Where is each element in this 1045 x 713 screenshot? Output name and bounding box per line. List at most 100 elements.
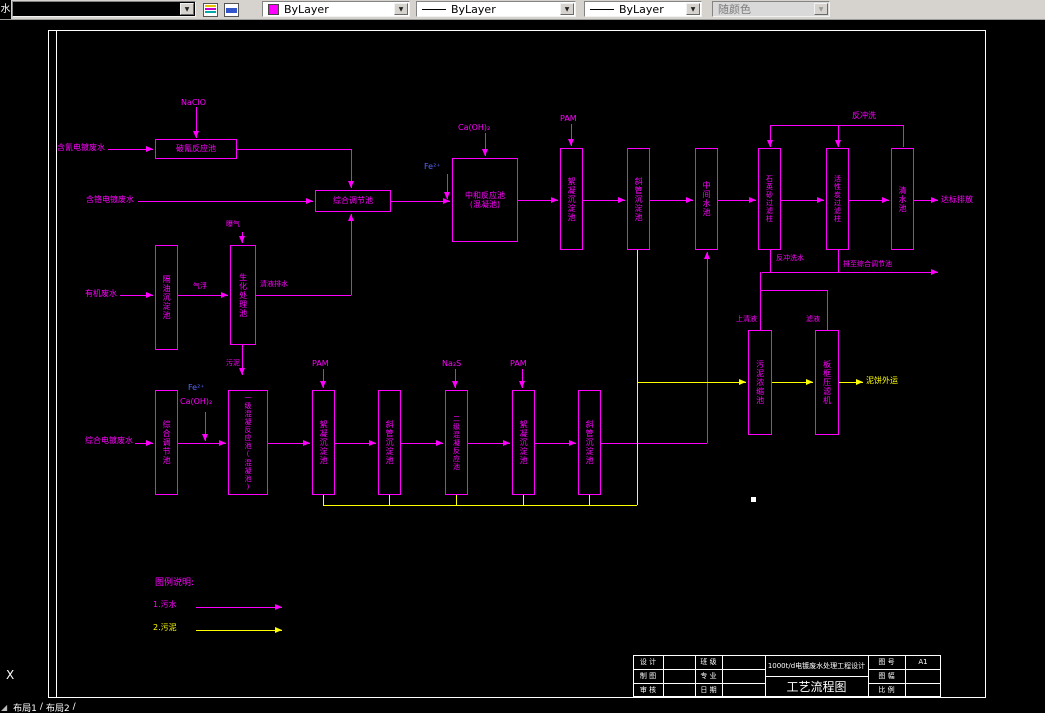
grip-point[interactable]	[751, 497, 756, 502]
flow-line	[589, 495, 590, 505]
diagram-label: 综合电镀废水	[85, 436, 133, 445]
process-unit-label: 絮凝沉淀池	[519, 420, 529, 465]
arrow-head	[618, 197, 625, 203]
process-unit-label: 污泥浓缩池	[755, 360, 765, 405]
flow-line	[762, 272, 938, 273]
process-unit-b6: 中间水池	[695, 148, 718, 250]
arrow-head	[835, 140, 841, 147]
lineweight-sample-icon	[590, 8, 614, 10]
titleblock-cell	[722, 655, 765, 669]
arrow-head	[551, 197, 558, 203]
flow-line	[601, 443, 707, 444]
layer-combo-arrow-icon[interactable]: ▼	[180, 3, 194, 15]
color-combo[interactable]: ByLayer ▼	[262, 1, 410, 17]
color-combo-arrow-icon[interactable]: ▼	[394, 3, 408, 15]
diagram-label: 曝气	[226, 220, 240, 228]
diagram-label: Fe²⁺	[188, 383, 205, 392]
arrow-head	[221, 292, 228, 298]
plotstyle-combo: 随颜色 ▼	[712, 1, 830, 17]
diagram-label: 反冲洗水	[776, 254, 804, 262]
arrow-head	[146, 292, 153, 298]
process-unit-label: 板框压滤机	[822, 360, 832, 405]
arrow-head	[482, 149, 488, 156]
process-unit-b2: 综合调节池	[315, 190, 391, 212]
arrow-head	[767, 140, 773, 147]
process-unit-label: 活性炭过滤柱	[833, 175, 842, 223]
process-unit-label: 中和反应池 (混凝池)	[465, 190, 505, 209]
tab-layout2[interactable]: 布局2	[46, 701, 70, 713]
arrow-head	[686, 197, 693, 203]
layout-tab-bar: ◢ 布局1 / 布局2 /	[0, 701, 1045, 713]
arrow-head	[303, 440, 310, 446]
flow-line	[196, 630, 282, 631]
layer-combo[interactable]: ▼	[12, 1, 196, 17]
drawing-frame-inner-line	[56, 30, 57, 697]
process-unit-b4: 絮凝沉淀池	[560, 148, 583, 250]
diagram-label: NaClO	[181, 98, 206, 107]
titleblock-cell	[663, 669, 695, 683]
arrow-head	[704, 252, 710, 259]
plotstyle-combo-arrow-icon: ▼	[814, 3, 828, 15]
arrow-head	[444, 192, 450, 199]
process-unit-b7: 石英砂过滤柱	[758, 148, 781, 250]
diagram-label: 1.污水	[153, 600, 177, 609]
titleblock-cell-project: 1000t/d电镀废水处理工程设计	[767, 661, 866, 670]
flow-line	[391, 201, 450, 202]
titleblock-cell	[663, 655, 695, 669]
arrow-head	[931, 269, 938, 275]
arrow-head	[568, 139, 574, 146]
arrow-head	[817, 197, 824, 203]
arrow-head	[856, 379, 863, 385]
drawing-canvas[interactable]: X 破氰反应池 综合调节池 中和反应池 (混凝池) 絮凝沉淀池 斜管沉淀池 中间水池 石英砂…	[0, 0, 1045, 713]
flow-line	[256, 295, 351, 296]
diagram-label: 含铬电镀废水	[86, 195, 134, 204]
titleblock-cell: 班 级	[700, 658, 717, 666]
flow-line	[827, 290, 828, 330]
process-unit-label: 二级混凝反应池	[452, 414, 461, 471]
process-unit-b3: 中和反应池 (混凝池)	[452, 158, 518, 242]
lineweight-combo-value: ByLayer	[619, 2, 664, 16]
process-unit-label: 中间水池	[702, 181, 712, 217]
arrow-head	[569, 440, 576, 446]
arrow-head	[275, 604, 282, 610]
tab-layout1[interactable]: 布局1	[13, 701, 37, 713]
lineweight-combo-arrow-icon[interactable]: ▼	[686, 3, 700, 15]
diagram-label: 滤液	[806, 315, 820, 323]
process-unit-label: 生化处理池	[238, 272, 248, 318]
titleblock-cell: 设 计	[639, 658, 657, 666]
flow-line	[903, 125, 904, 147]
process-unit-t2: 板框压滤机	[815, 330, 839, 435]
titleblock-cell: 制 图	[639, 672, 657, 680]
process-unit-n5: 二级混凝反应池	[445, 390, 468, 495]
arrow-head	[239, 368, 245, 375]
tab-separator: /	[39, 702, 43, 712]
flow-line	[760, 272, 761, 290]
layer-properties-icon[interactable]	[201, 2, 219, 17]
process-unit-label: 综合调节池	[333, 196, 373, 206]
arrow-head	[275, 627, 282, 633]
flow-line	[637, 382, 746, 383]
titleblock-cell: 图 幅	[878, 672, 895, 680]
titleblock-cell: A1	[918, 658, 928, 666]
process-unit-n1: 综合调节池	[155, 390, 178, 495]
layer-states-icon[interactable]	[222, 2, 240, 17]
arrow-head	[739, 379, 746, 385]
arrow-head	[348, 214, 354, 221]
titleblock-cell	[663, 683, 695, 697]
lineweight-combo[interactable]: ByLayer ▼	[584, 1, 702, 17]
diagram-label: 达标排放	[941, 195, 973, 204]
cad-application-window: 水 ▼ ByLayer ▼ ByLayer ▼ ByLayer ▼ 随颜色 ▼ …	[0, 0, 1045, 713]
diagram-label: 图例说明:	[155, 578, 195, 588]
process-unit-label: 斜管沉淀池	[585, 420, 595, 465]
process-unit-n4: 斜管沉淀池	[378, 390, 401, 495]
linetype-combo[interactable]: ByLayer ▼	[416, 1, 576, 17]
diagram-label: 排至综合调节池	[843, 260, 892, 268]
arrow-head	[306, 198, 313, 204]
titleblock-cell: 专 业	[700, 672, 717, 680]
plotstyle-combo-value: 随颜色	[718, 3, 751, 16]
titleblock-cell	[722, 669, 765, 683]
flow-line	[760, 290, 761, 330]
toolbar-corner-label: 水	[0, 0, 11, 19]
linetype-combo-arrow-icon[interactable]: ▼	[560, 3, 574, 15]
layer-states-sheet-icon	[224, 3, 239, 17]
